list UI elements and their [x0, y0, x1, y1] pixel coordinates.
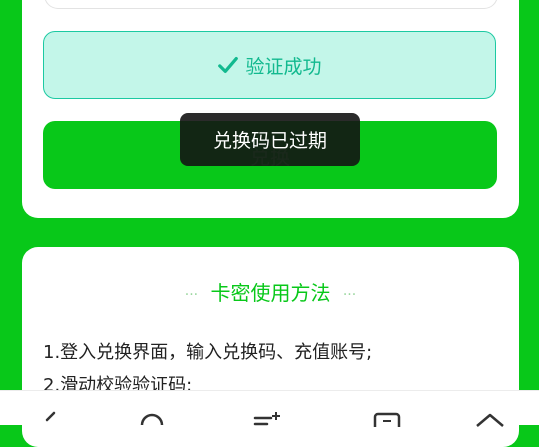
title-dots-left: ···: [184, 286, 199, 303]
check-icon: [218, 56, 239, 74]
usage-step: 1.登入兑换界面，输入兑换码、充值账号;: [43, 342, 373, 363]
verify-label: 验证成功: [245, 55, 322, 78]
menu-icon[interactable]: [252, 411, 282, 427]
title-dots-right: ···: [342, 286, 357, 303]
redeem-card: 验证成功 兑换: [22, 0, 519, 218]
back-icon[interactable]: [38, 411, 62, 427]
redeem-code-input[interactable]: [44, 0, 498, 9]
toast-text: 兑换码已过期: [212, 130, 327, 152]
tabs-icon[interactable]: [372, 411, 402, 427]
usage-title: ··· 卡密使用方法 ···: [22, 277, 519, 306]
verify-success-banner: 验证成功: [43, 31, 496, 99]
search-icon[interactable]: [138, 411, 166, 427]
expired-toast: 兑换码已过期: [180, 113, 360, 166]
usage-title-text: 卡密使用方法: [210, 281, 331, 305]
browser-navbar: [0, 390, 539, 427]
home-icon[interactable]: [474, 411, 506, 427]
